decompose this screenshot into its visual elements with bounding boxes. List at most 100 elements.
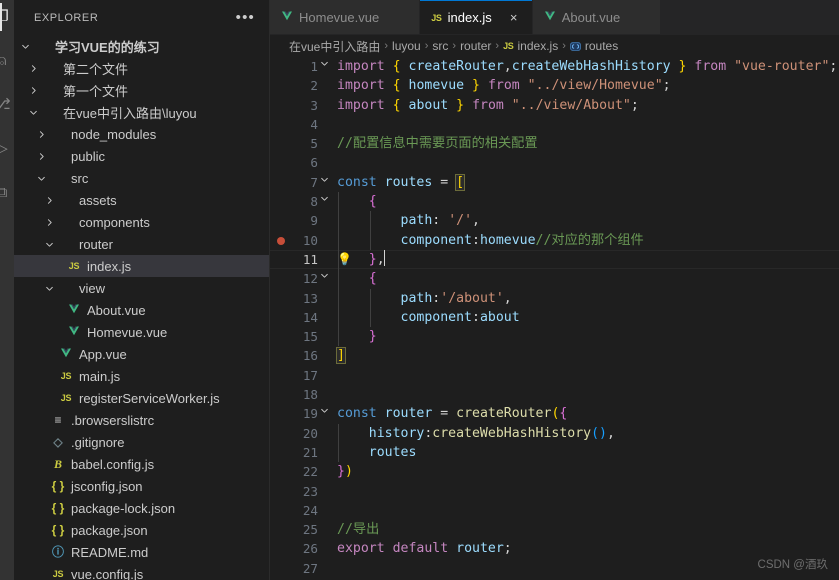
activity-bar-item-source-control[interactable]: ⎇ — [0, 94, 13, 116]
fold-chevron-down-icon[interactable] — [320, 173, 334, 192]
code-line[interactable]: 5 //配置信息中需要页面的相关配置 — [270, 134, 839, 153]
editor-tab-Homevue.vue[interactable]: Homevue.vue× — [270, 0, 421, 35]
chevron-right-icon[interactable] — [42, 218, 57, 227]
chevron-right-icon[interactable] — [42, 196, 57, 205]
tree-item-[interactable]: 第一个文件 — [14, 79, 269, 101]
code-line[interactable]: 13 path:'/about', — [270, 288, 839, 308]
tree-item-label: 第二个文件 — [63, 61, 129, 77]
activity-bar-item-explorer[interactable]: ❐ — [0, 3, 13, 31]
code-line[interactable]: 12 { — [270, 269, 839, 289]
code-line-text: path: '/', — [337, 211, 839, 231]
code-line[interactable]: 3 import { about } from "../view/About"; — [270, 96, 839, 115]
code-line[interactable]: 22}) — [270, 462, 839, 481]
code-line[interactable]: 8 { — [270, 192, 839, 212]
breadcrumb-item-index.js[interactable]: JS index.js — [503, 39, 558, 53]
tree-item-App.vue[interactable]: App.vue — [14, 343, 269, 365]
tree-item-VUE[interactable]: 学习VUE的的练习 — [14, 35, 269, 57]
code-editor[interactable]: 1 import { createRouter,createWebHashHist… — [270, 57, 839, 580]
tree-item-node_modules[interactable]: node_modules — [14, 123, 269, 145]
explorer-more-actions-icon[interactable]: ••• — [228, 10, 263, 25]
chevron-right-icon[interactable] — [26, 64, 41, 73]
tree-item-vue.config.js[interactable]: JS vue.config.js — [14, 563, 269, 580]
code-line[interactable]: 24 — [270, 501, 839, 520]
breadcrumb-item-vue[interactable]: 在vue中引入路由 — [289, 38, 380, 55]
code-line[interactable]: 4 — [270, 115, 839, 134]
tree-item-index.js[interactable]: JS index.js — [14, 255, 269, 277]
activity-bar-item-extensions[interactable]: ⧉ — [0, 182, 13, 204]
chevron-right-icon[interactable] — [26, 86, 41, 95]
tree-item-About.vue[interactable]: About.vue — [14, 299, 269, 321]
editor-tab-index.js[interactable]: JS index.js × — [420, 0, 533, 35]
tree-item-Homevue.vue[interactable]: Homevue.vue — [14, 321, 269, 343]
sidebar-explorer: EXPLORER ••• 学习VUE的的练习 第二个文件 第一个文件 在vue中引入路… — [14, 0, 270, 580]
code-line-text: component:homevue//对应的那个组件 — [337, 230, 839, 250]
close-icon[interactable]: × — [506, 10, 522, 26]
code-line[interactable]: 1 import { createRouter,createWebHashHist… — [270, 57, 839, 76]
breadcrumb-item-routes[interactable]: routes — [570, 39, 618, 53]
indent-guide — [370, 307, 371, 328]
tree-item-label: node_modules — [71, 126, 157, 142]
tree-item-[interactable]: 第二个文件 — [14, 57, 269, 79]
code-line[interactable]: 26 export default router; — [270, 539, 839, 558]
code-line[interactable]: 23 — [270, 482, 839, 501]
code-line[interactable]: 11 💡 }, — [270, 249, 839, 270]
tree-item-babel.config.js[interactable]: Bbabel.config.js — [14, 453, 269, 475]
tree-item-README.md[interactable]: ⓘ README.md — [14, 541, 269, 563]
tree-item-label: jsconfig.json — [71, 478, 143, 494]
code-line-text: { — [337, 192, 839, 212]
breadcrumb-item-luyou[interactable]: luyou — [392, 39, 421, 53]
chevron-right-icon[interactable] — [34, 130, 49, 139]
code-line[interactable]: 16] — [270, 346, 839, 365]
code-line[interactable]: 21 routes — [270, 442, 839, 463]
fold-chevron-down-icon[interactable] — [320, 192, 334, 211]
code-line-text: import { about } from "../view/About"; — [337, 97, 639, 113]
tree-item-label: README.md — [71, 544, 149, 560]
code-line[interactable]: 14 component:about — [270, 307, 839, 328]
breadcrumb-item-src[interactable]: src — [432, 39, 448, 53]
tree-item-jsconfig.json[interactable]: { } jsconfig.json — [14, 475, 269, 497]
tree-item-registerServiceWorker.js[interactable]: JS registerServiceWorker.js — [14, 387, 269, 409]
code-line[interactable]: 18 — [270, 385, 839, 404]
activity-bar-item-run-and-debug[interactable]: ▷ — [0, 138, 13, 160]
tree-item-router[interactable]: router — [14, 233, 269, 255]
tree-item-label: package.json — [71, 522, 148, 538]
code-line[interactable]: 19 const router = createRouter({ — [270, 404, 839, 423]
tree-item-.gitignore[interactable]: ◇ .gitignore — [14, 431, 269, 453]
chevron-down-icon[interactable] — [34, 174, 49, 183]
tree-item-assets[interactable]: assets — [14, 189, 269, 211]
indent-guide — [370, 288, 371, 308]
chevron-down-icon[interactable] — [42, 240, 57, 249]
tree-item-package.json[interactable]: { } package.json — [14, 519, 269, 541]
code-line[interactable]: 15 } — [270, 327, 839, 347]
fold-chevron-down-icon[interactable] — [320, 404, 334, 423]
tree-item-vueluyou[interactable]: 在vue中引入路由\luyou — [14, 101, 269, 123]
tree-item-view[interactable]: view — [14, 277, 269, 299]
chevron-down-icon[interactable] — [42, 284, 57, 293]
fold-chevron-down-icon[interactable] — [320, 269, 334, 288]
tree-item-src[interactable]: src — [14, 167, 269, 189]
tree-item-components[interactable]: components — [14, 211, 269, 233]
code-line[interactable]: 20 history:createWebHashHistory(), — [270, 423, 839, 443]
activity-bar-item-search[interactable]: ⍝ — [0, 50, 13, 72]
tree-item-public[interactable]: public — [14, 145, 269, 167]
fold-chevron-down-icon[interactable] — [320, 57, 334, 76]
chevron-right-icon[interactable] — [34, 152, 49, 161]
breadcrumb-item-router[interactable]: router — [460, 39, 491, 53]
code-line[interactable]: 17 — [270, 366, 839, 385]
chevron-down-icon[interactable] — [18, 42, 33, 51]
code-line[interactable]: 7 const routes = [ — [270, 173, 839, 192]
code-line[interactable]: 10 component:homevue//对应的那个组件 — [270, 230, 839, 250]
code-line[interactable]: 9 path: '/', — [270, 211, 839, 231]
code-line[interactable]: 27 — [270, 559, 839, 578]
editor-tab-About.vue[interactable]: About.vue× — [532, 0, 662, 35]
code-line[interactable]: 6 — [270, 153, 839, 172]
tree-item-package-lock.json[interactable]: { } package-lock.json — [14, 497, 269, 519]
chevron-down-icon[interactable] — [26, 108, 41, 117]
tree-item-.browserslistrc[interactable]: ≡ .browserslistrc — [14, 409, 269, 431]
indent-guide — [338, 269, 339, 289]
tree-item-main.js[interactable]: JS main.js — [14, 365, 269, 387]
code-line[interactable]: 2 import { homevue } from "../view/Homevu… — [270, 76, 839, 95]
code-line[interactable]: 25 //导出 — [270, 520, 839, 539]
line-number: 17 — [302, 367, 318, 383]
babel-file-icon: B — [53, 457, 62, 471]
